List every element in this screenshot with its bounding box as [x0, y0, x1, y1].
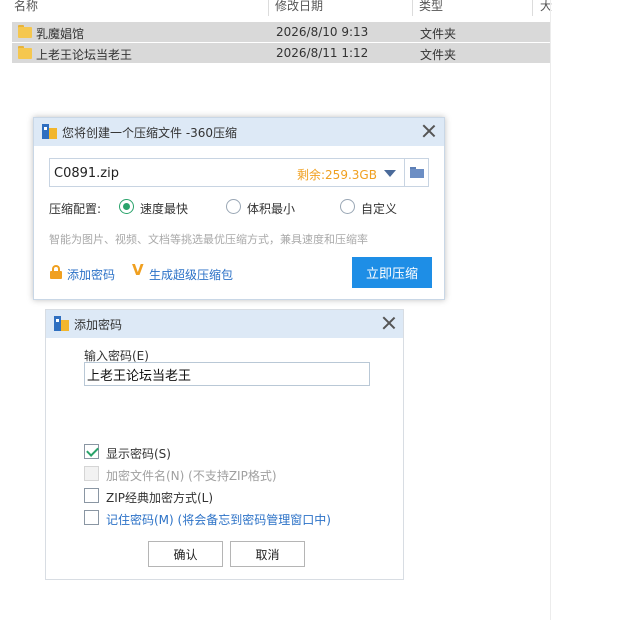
divider [404, 159, 405, 186]
column-separator[interactable] [532, 0, 533, 16]
encrypt-filenames-label: 加密文件名(N) (不支持ZIP格式) [106, 469, 277, 483]
360zip-app-icon [54, 316, 69, 331]
add-password-dialog: 添加密码 输入密码(E) 显示密码(S) 加密文件名(N) (不支持ZIP格式)… [45, 309, 404, 580]
close-icon[interactable] [382, 316, 396, 330]
lock-icon [49, 265, 63, 279]
radio-smallest-label: 体积最小 [247, 202, 296, 216]
password-input[interactable] [84, 362, 370, 386]
radio-circle [119, 199, 134, 214]
file-type: 文件夹 [420, 27, 457, 41]
compress-dialog: 您将创建一个压缩文件 -360压缩 剩余:259.3GB 压缩配置: 速度最快 … [33, 117, 445, 300]
zip-classic-encryption-label: ZIP经典加密方式(L) [106, 491, 214, 505]
archive-path-box: 剩余:259.3GB [49, 158, 429, 187]
free-space-label: 剩余:259.3GB [297, 168, 377, 182]
compress-config-label: 压缩配置: [49, 202, 102, 216]
column-header-type[interactable]: 类型 [419, 0, 443, 16]
column-separator[interactable] [412, 0, 413, 16]
password-dialog-title: 添加密码 [74, 318, 123, 332]
file-row[interactable]: 乳魔娼馆 2026/8/10 9:13 文件夹 [12, 22, 550, 42]
file-name: 上老王论坛当老王 [36, 48, 133, 62]
show-password-label: 显示密码(S) [106, 447, 171, 461]
ok-button[interactable]: 确认 [148, 541, 223, 567]
archive-filename-input[interactable] [54, 163, 254, 183]
super-compress-v-icon: V [132, 261, 144, 279]
360zip-app-icon [42, 124, 57, 139]
folder-icon [18, 46, 32, 59]
column-header-modified[interactable]: 修改日期 [275, 0, 323, 16]
chevron-down-icon[interactable] [384, 170, 396, 177]
compress-hint-text: 智能为图片、视频、文档等挑选最优压缩方式，兼具速度和压缩率 [49, 233, 368, 246]
file-type: 文件夹 [420, 48, 457, 62]
compress-dialog-titlebar[interactable]: 您将创建一个压缩文件 -360压缩 [34, 118, 444, 146]
column-header-name[interactable]: 名称 [14, 0, 38, 16]
file-modified: 2026/8/10 9:13 [276, 25, 369, 39]
file-name: 乳魔娼馆 [36, 27, 85, 41]
close-icon[interactable] [422, 124, 436, 138]
super-compress-link[interactable]: 生成超级压缩包 [149, 266, 233, 283]
column-separator[interactable] [268, 0, 269, 16]
radio-circle [340, 199, 355, 214]
radio-fastest-label: 速度最快 [140, 202, 189, 216]
file-row[interactable]: 上老王论坛当老王 2026/8/11 1:12 文件夹 [12, 43, 550, 63]
checkbox-box [84, 444, 99, 459]
add-password-link[interactable]: 添加密码 [67, 266, 115, 283]
radio-circle [226, 199, 241, 214]
compress-dialog-title: 您将创建一个压缩文件 -360压缩 [62, 126, 238, 140]
folder-icon [18, 25, 32, 38]
file-modified: 2026/8/11 1:12 [276, 46, 369, 60]
browse-folder-icon[interactable] [410, 167, 424, 178]
pane-divider [550, 0, 551, 620]
remember-password-label: 记住密码(M) (将会备忘到密码管理窗口中) [106, 513, 331, 527]
radio-custom-label: 自定义 [361, 202, 398, 216]
checkbox-box [84, 466, 99, 481]
cancel-button[interactable]: 取消 [230, 541, 305, 567]
checkbox-box [84, 510, 99, 525]
compress-now-button[interactable]: 立即压缩 [352, 257, 432, 288]
password-dialog-titlebar[interactable]: 添加密码 [46, 310, 403, 338]
checkbox-box [84, 488, 99, 503]
